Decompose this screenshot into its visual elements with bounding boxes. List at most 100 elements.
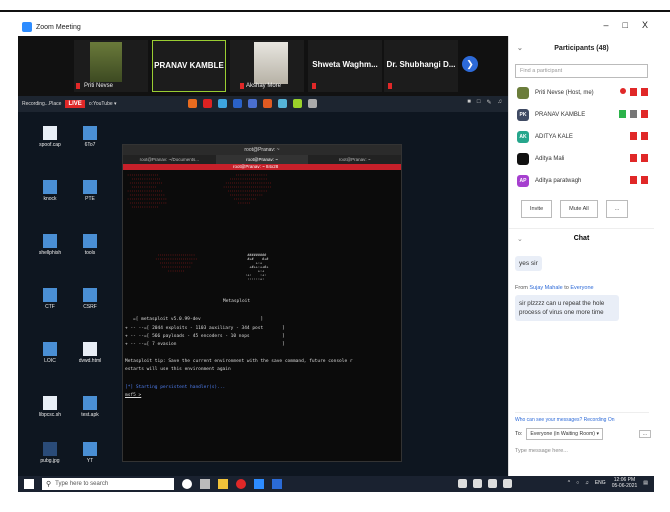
app-icon[interactable]: [293, 99, 302, 108]
chevron-down-icon[interactable]: ⌄: [517, 235, 523, 243]
video-tile[interactable]: Priti Nevse: [74, 40, 148, 92]
pen-icon[interactable]: ✎: [486, 99, 491, 106]
app-icon[interactable]: [278, 99, 287, 108]
terminal-prompt[interactable]: msf5 >: [125, 393, 141, 398]
recipient-row: To: Everyone (in Waiting Room) ▾ ...: [515, 428, 651, 440]
participant-name: PRANAV KAMBLE: [154, 61, 224, 70]
app-icon[interactable]: [308, 99, 317, 108]
sender-name[interactable]: Sujay Mahale: [529, 285, 562, 291]
app-icon[interactable]: [233, 99, 242, 108]
notification-icon[interactable]: ▤: [643, 480, 648, 486]
participant-row[interactable]: PK PRANAV KAMBLE: [509, 104, 654, 126]
taskbar-search[interactable]: ⚲ Type here to search: [42, 478, 174, 490]
folder-icon: [83, 126, 97, 140]
participant-name: Aditya paratwagh: [535, 178, 582, 184]
desktop-icon[interactable]: test.apk: [70, 396, 110, 418]
desktop-icon[interactable]: shellphish: [30, 234, 70, 256]
participant-row[interactable]: Aditya Mali: [509, 148, 654, 170]
cortana-icon[interactable]: [182, 479, 192, 489]
participant-row[interactable]: Priti Nevse (Host, me): [509, 82, 654, 104]
desktop-icon-label: PTE: [85, 196, 95, 202]
terminal-tab[interactable]: root@Pranav: ~/Documents...: [123, 155, 216, 164]
chat-more-button[interactable]: ...: [639, 430, 651, 438]
desktop-icon-label: YT: [86, 458, 94, 464]
chat-sender: From Sujay Mahale to Everyone: [515, 285, 648, 291]
youtube-label[interactable]: o:YouTube ▾: [89, 101, 117, 107]
maximize-button[interactable]: □: [623, 20, 628, 30]
share-control-icon[interactable]: [503, 479, 512, 488]
terminal-tab[interactable]: root@Pranav: ~: [215, 155, 309, 164]
app-icon[interactable]: [218, 99, 227, 108]
desktop-icon[interactable]: 6To7: [70, 126, 110, 148]
screen-share-icon: [619, 110, 626, 118]
mute-all-button[interactable]: Mute All: [560, 200, 598, 218]
more-button[interactable]: ...: [605, 200, 629, 218]
share-control-icon[interactable]: [458, 479, 467, 488]
word-icon[interactable]: [272, 479, 282, 489]
share-control-icon[interactable]: [473, 479, 482, 488]
desktop-icon[interactable]: PTE: [70, 180, 110, 202]
chat-title: Chat: [573, 235, 590, 242]
desktop-icon[interactable]: libpcsc.sh: [30, 396, 70, 418]
invite-button[interactable]: Invite: [521, 200, 553, 218]
desktop-icon[interactable]: CSRF: [70, 288, 110, 310]
file-icon: [43, 126, 57, 140]
app-icon[interactable]: [188, 99, 197, 108]
desktop-icon[interactable]: tools: [70, 234, 110, 256]
participant-row[interactable]: AK ADITYA KALE: [509, 126, 654, 148]
tray-arrow-icon[interactable]: ^: [568, 480, 570, 486]
tray-icon[interactable]: ■: [467, 99, 471, 106]
app-icon[interactable]: [263, 99, 272, 108]
terminal-window[interactable]: root@Pranav: ~ root@Pranav: ~/Documents.…: [122, 144, 402, 462]
video-tile[interactable]: PRANAV KAMBLE: [152, 40, 226, 92]
recipient-name[interactable]: Everyone: [570, 285, 593, 291]
video-off-icon: [641, 132, 648, 140]
terminal-tab[interactable]: root@Pranav: ~: [308, 155, 401, 164]
who-can-see-link[interactable]: Who can see your messages? Recording On: [515, 412, 649, 426]
participant-search-input[interactable]: Find a participant: [515, 64, 648, 78]
window-title: Zoom Meeting: [36, 23, 81, 31]
muted-mic-icon: [240, 83, 244, 89]
live-badge[interactable]: LIVE: [65, 100, 85, 108]
zoom-window: Zoom Meeting – □ X Priti Nevse PRANAV KA…: [18, 18, 654, 492]
opera-icon[interactable]: [236, 479, 246, 489]
ascii-art-right: ::::::::::::::: :::::::::::::::::: :::::…: [223, 173, 272, 205]
desktop-icon[interactable]: dvwd.html: [70, 342, 110, 364]
muted-mic-icon: [388, 83, 392, 89]
close-button[interactable]: X: [642, 20, 648, 30]
windows-start-icon[interactable]: [24, 479, 34, 489]
tray-icon[interactable]: □: [477, 99, 481, 106]
app-icon[interactable]: [248, 99, 257, 108]
speaker-icon[interactable]: ♫: [498, 99, 503, 106]
chat-input[interactable]: Type message here...: [515, 448, 568, 454]
clock[interactable]: 12:06 PM 05-06-2021: [612, 477, 638, 489]
desktop-icon[interactable]: spoof.cap: [30, 126, 70, 148]
app-icon[interactable]: [203, 99, 212, 108]
desktop-icon[interactable]: knock: [30, 180, 70, 202]
share-control-icon[interactable]: [488, 479, 497, 488]
zoom-icon[interactable]: [254, 479, 264, 489]
terminal-tip: estarts will use this environment again: [125, 367, 231, 372]
video-tile[interactable]: Akshay More: [230, 40, 304, 92]
mic-icon: [630, 110, 637, 118]
video-tile[interactable]: Shweta Waghm...: [308, 40, 382, 92]
desktop-icon[interactable]: LOIC: [30, 342, 70, 364]
network-icon[interactable]: ○: [576, 480, 579, 486]
terminal-tabs: root@Pranav: ~/Documents... root@Pranav:…: [123, 155, 401, 164]
folder-icon: [83, 396, 97, 410]
minimize-button[interactable]: –: [604, 20, 609, 30]
task-view-icon[interactable]: [200, 479, 210, 489]
volume-icon[interactable]: ♫: [585, 480, 589, 486]
desktop-icon-label: dvwd.html: [78, 358, 102, 364]
chevron-right-icon[interactable]: ❯: [462, 56, 478, 72]
participant-row[interactable]: AP Aditya paratwagh: [509, 170, 654, 192]
desktop-icon[interactable]: CTF: [30, 288, 70, 310]
recipient-select[interactable]: Everyone (in Waiting Room) ▾: [526, 428, 604, 440]
desktop-icon[interactable]: YT: [70, 442, 110, 464]
desktop-icon[interactable]: pubg.jpg: [30, 442, 70, 464]
video-tile[interactable]: Dr. Shubhangi D...: [384, 40, 458, 92]
participant-name: ADITYA KALE: [535, 134, 573, 140]
language-indicator[interactable]: ENG: [595, 480, 606, 486]
chevron-down-icon[interactable]: ⌄: [517, 44, 523, 52]
file-explorer-icon[interactable]: [218, 479, 228, 489]
